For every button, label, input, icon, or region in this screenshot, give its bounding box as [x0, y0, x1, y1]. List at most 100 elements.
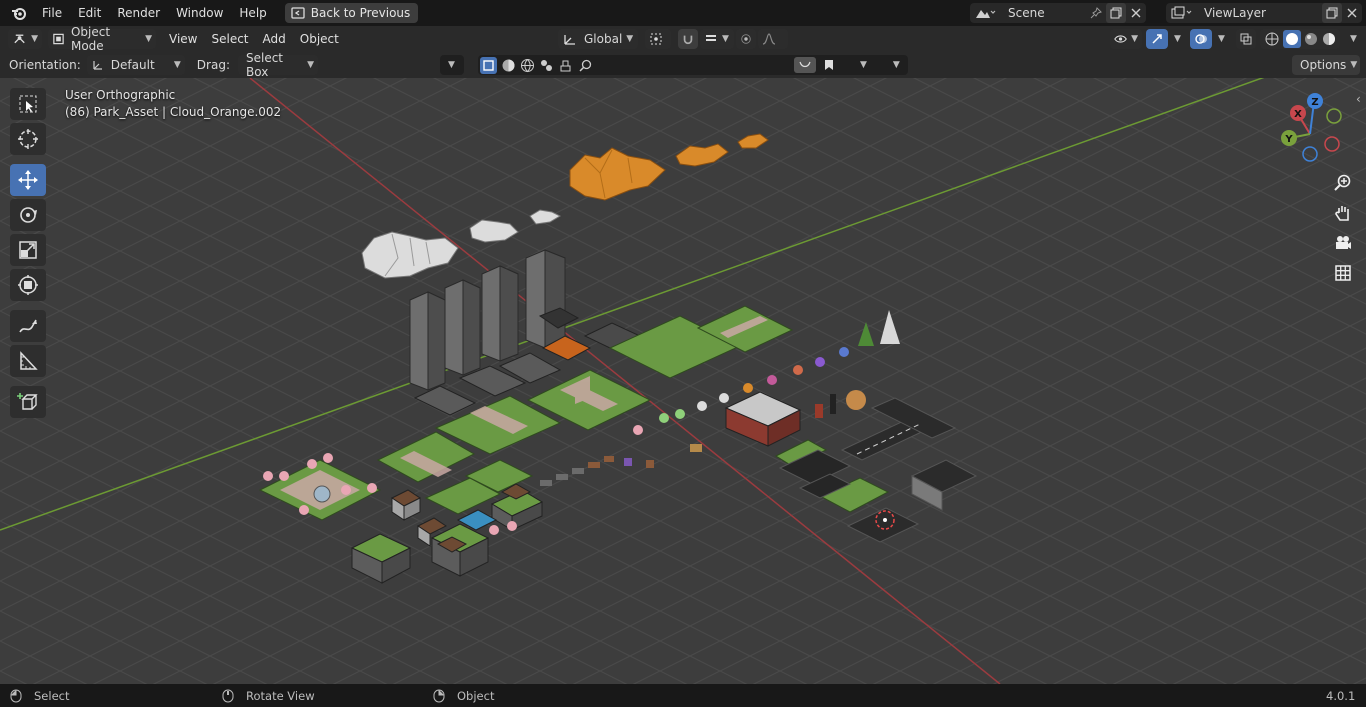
back-to-previous-button[interactable]: Back to Previous: [284, 3, 419, 23]
annotate-tool[interactable]: [10, 310, 46, 342]
brush-filter-icon[interactable]: [558, 58, 573, 73]
falloff-dropdown[interactable]: [758, 29, 788, 49]
solid-shading-button[interactable]: [1283, 30, 1301, 48]
zoom-button[interactable]: [1331, 171, 1355, 195]
object-mode-label: Object Mode: [70, 25, 111, 53]
menu-select[interactable]: Select: [204, 32, 255, 46]
menu-render[interactable]: Render: [109, 2, 168, 24]
pivot-icon: [650, 33, 662, 45]
orthographic-toggle-button[interactable]: [1331, 261, 1355, 285]
menu-add[interactable]: Add: [256, 32, 293, 46]
sidebar-toggle-chevron-icon[interactable]: ‹: [1356, 92, 1361, 106]
move-tool[interactable]: [10, 164, 46, 196]
3d-viewport[interactable]: User Orthographic (86) Park_Asset | Clou…: [0, 78, 1366, 684]
scene-icon[interactable]: [970, 3, 1000, 23]
material-filter-icon[interactable]: [501, 58, 516, 73]
new-scene-icon[interactable]: [1106, 3, 1126, 23]
grid-icon: [1335, 265, 1351, 281]
arc-icon: [799, 61, 811, 68]
bookmark-button[interactable]: [818, 57, 840, 73]
proportional-edit-icon: [741, 34, 751, 44]
camera-icon: [1336, 236, 1351, 249]
navigation-gizmo[interactable]: X Y Z: [1270, 88, 1354, 172]
add-cube-tool[interactable]: [10, 386, 46, 418]
xray-toggle[interactable]: [1236, 29, 1256, 49]
rotate-tool[interactable]: [10, 199, 46, 231]
negative-x-axis-handle[interactable]: [1324, 136, 1340, 152]
chevron-down-icon[interactable]: ▼: [893, 60, 900, 70]
asset-search-input[interactable]: [596, 57, 792, 73]
menu-view[interactable]: View: [162, 32, 204, 46]
world-filter-icon[interactable]: [520, 58, 535, 73]
chevron-down-icon[interactable]: ▼: [860, 60, 867, 70]
pan-button[interactable]: [1331, 201, 1355, 225]
wireframe-shading-icon[interactable]: [1264, 31, 1280, 47]
object-mode-icon: [53, 33, 64, 45]
menu-window[interactable]: Window: [168, 2, 231, 24]
scene-canvas[interactable]: [0, 78, 1366, 684]
fountain-asset[interactable]: [313, 485, 331, 503]
view-layer-icon[interactable]: [1166, 3, 1196, 23]
camera-view-button[interactable]: [1331, 231, 1355, 255]
options-dropdown[interactable]: Options ▼: [1292, 55, 1360, 75]
snap-toggle[interactable]: [678, 29, 698, 49]
delete-scene-icon[interactable]: [1126, 3, 1146, 23]
chevron-down-icon: ▼: [1350, 60, 1358, 70]
gizmo-icon: [1152, 34, 1162, 44]
menu-help[interactable]: Help: [231, 2, 274, 24]
back-screen-icon: [291, 7, 305, 19]
version-label: 4.0.1: [1326, 688, 1356, 703]
rotate-icon: [20, 207, 37, 223]
rendered-shading-icon[interactable]: [1322, 32, 1336, 46]
view-layer-selector[interactable]: ViewLayer: [1166, 3, 1362, 23]
visibility-dropdown[interactable]: ▼: [1110, 29, 1142, 49]
cursor-tool[interactable]: [10, 123, 46, 155]
status-bar: Select Rotate View Object 4.0.1: [0, 684, 1366, 707]
outliner-filter-dropdown[interactable]: ▼: [440, 55, 464, 75]
pivot-point-dropdown[interactable]: [645, 29, 671, 49]
scene-name[interactable]: Scene: [1008, 6, 1086, 20]
shading-options-chevron-icon[interactable]: ▼: [1350, 34, 1357, 44]
blender-logo-icon[interactable]: [8, 2, 30, 24]
filter-arc-button[interactable]: [794, 57, 816, 73]
menu-file[interactable]: File: [34, 2, 70, 24]
filter-objects-button[interactable]: [480, 56, 497, 74]
chevron-down-icon: ▼: [448, 60, 455, 70]
chevron-down-icon: ▼: [307, 60, 314, 70]
menu-object[interactable]: Object: [293, 32, 346, 46]
new-view-layer-icon[interactable]: [1322, 3, 1342, 23]
view-layer-name[interactable]: ViewLayer: [1204, 6, 1322, 20]
object-filter-icon: [483, 59, 494, 71]
scale-icon: [19, 241, 37, 259]
floor-grid: [0, 78, 1366, 684]
overlays-options-chevron-icon[interactable]: ▼: [1218, 34, 1225, 44]
pin-icon[interactable]: [1086, 3, 1106, 23]
scale-tool[interactable]: [10, 234, 46, 266]
negative-z-axis-handle[interactable]: [1302, 146, 1318, 162]
transform-tool[interactable]: [10, 269, 46, 301]
negative-y-axis-handle[interactable]: [1326, 108, 1342, 124]
measure-tool[interactable]: [10, 345, 46, 377]
proportional-edit-toggle[interactable]: [736, 29, 756, 49]
drag-label: Drag:: [196, 58, 230, 72]
gizmo-options-chevron-icon[interactable]: ▼: [1174, 34, 1181, 44]
menu-edit[interactable]: Edit: [70, 2, 109, 24]
editor-type-dropdown[interactable]: ▼: [8, 29, 42, 49]
drag-dropdown[interactable]: Select Box ▼: [237, 51, 318, 79]
orientation-dropdown[interactable]: Default ▼: [86, 55, 185, 75]
transform-orientation-dropdown[interactable]: Global ▼: [558, 29, 638, 49]
viewport-info: User Orthographic (86) Park_Asset | Clou…: [65, 87, 281, 121]
snap-target-dropdown[interactable]: ▼: [700, 29, 734, 49]
status-select-hint: Select: [34, 688, 70, 703]
object-mode-dropdown[interactable]: Object Mode ▼: [48, 25, 156, 53]
select-box-tool[interactable]: [10, 88, 46, 120]
delete-view-layer-icon[interactable]: [1342, 3, 1362, 23]
node-filter-icon[interactable]: [539, 58, 554, 73]
gizmo-toggle[interactable]: [1146, 29, 1168, 49]
material-shading-icon[interactable]: [1304, 32, 1318, 46]
scene-selector[interactable]: Scene: [970, 3, 1146, 23]
overlays-toggle[interactable]: [1190, 29, 1212, 49]
cursor-icon: [18, 129, 38, 149]
transform-icon: [18, 275, 38, 295]
mouse-middle-icon: [222, 689, 234, 702]
